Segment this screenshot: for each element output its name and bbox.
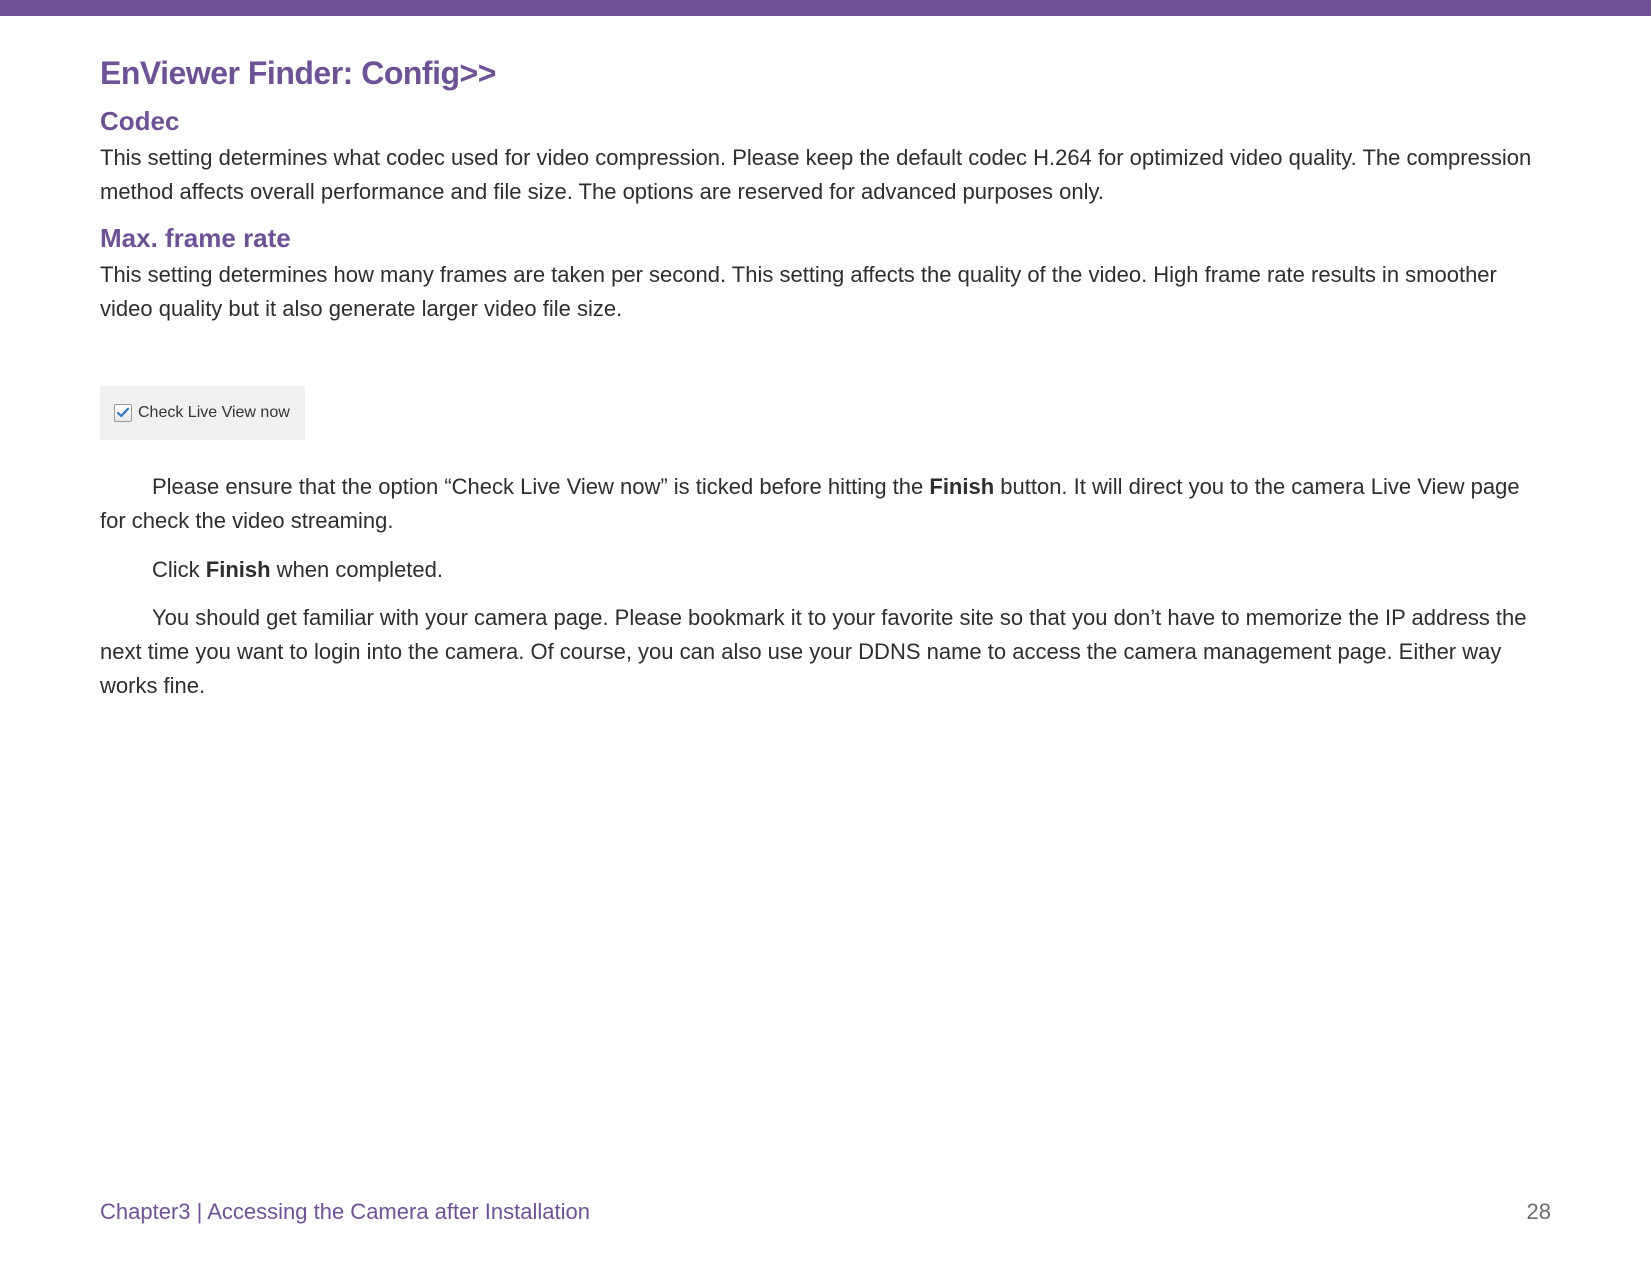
section-body-codec: This setting determines what codec used … [100,141,1551,209]
page-title: EnViewer Finder: Config>> [100,55,1551,92]
paragraph-bookmark-note: You should get familiar with your camera… [100,601,1551,703]
p1-pre: Please ensure that the option “Check Liv… [152,474,929,499]
check-live-view-panel: Check Live View now [100,386,305,440]
top-accent-bar [0,0,1651,16]
paragraph-finish-note: Please ensure that the option “Check Liv… [100,470,1551,538]
p2-bold: Finish [206,557,271,582]
page-content: EnViewer Finder: Config>> Codec This set… [100,55,1551,703]
p1-bold: Finish [929,474,994,499]
check-live-view-checkbox[interactable] [114,404,132,422]
paragraph-click-finish: Click Finish when completed. [100,553,1551,587]
checkmark-icon [117,407,129,419]
section-heading-codec: Codec [100,106,1551,137]
section-body-max-frame-rate: This setting determines how many frames … [100,258,1551,326]
p2-post: when completed. [271,557,443,582]
p3-text: You should get familiar with your camera… [100,605,1527,698]
section-heading-max-frame-rate: Max. frame rate [100,223,1551,254]
check-live-view-label: Check Live View now [138,404,290,422]
footer-chapter-label: Chapter3 | Accessing the Camera after In… [100,1199,590,1225]
footer-page-number: 28 [1527,1199,1551,1225]
p2-pre: Click [152,557,206,582]
